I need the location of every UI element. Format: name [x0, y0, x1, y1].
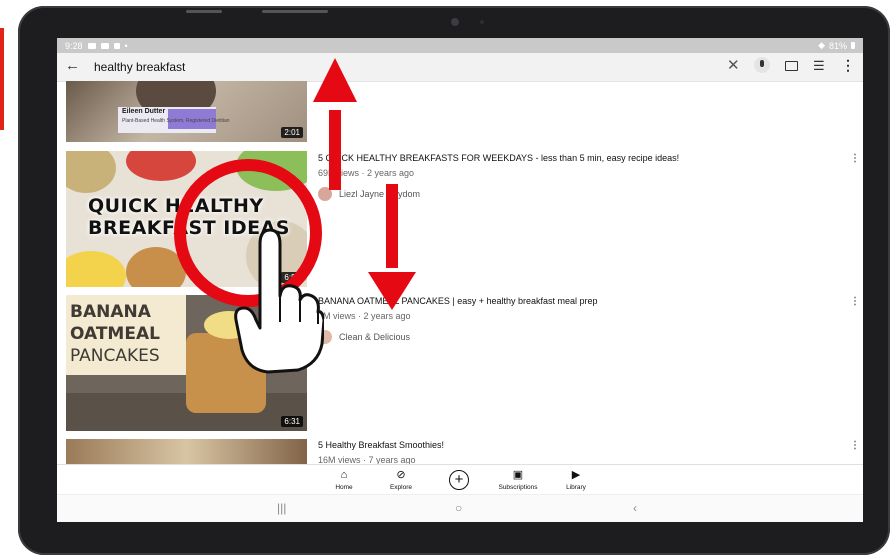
- video-meta[interactable]: 5 QUICK HEALTHY BREAKFASTS FOR WEEKDAYS …: [318, 153, 838, 178]
- video-title[interactable]: 5 Healthy Breakfast Smoothies!: [318, 440, 838, 450]
- filter-icon[interactable]: ☰: [813, 58, 825, 74]
- gallery-icon: [87, 42, 96, 49]
- battery-percent: 81%: [828, 40, 847, 51]
- video-menu-icon[interactable]: ⋮: [850, 440, 860, 451]
- battery-icon: [851, 42, 855, 49]
- pointing-hand-icon: [234, 228, 324, 374]
- video-duration: 6:31: [281, 416, 303, 427]
- video-duration: 2:01: [281, 127, 303, 138]
- create-button[interactable]: +: [449, 470, 469, 490]
- cast-icon[interactable]: [785, 61, 798, 71]
- power-button: [262, 10, 328, 13]
- search-results[interactable]: Eileen Dutter Plant-Based Health System,…: [57, 81, 863, 464]
- video-stats: 3M views · 2 years ago: [318, 311, 411, 321]
- device-screen: 9:28 • ◆ 81% ← healthy breakfast ✕ ☰ ⋮ E…: [57, 38, 863, 522]
- clear-icon[interactable]: ✕: [727, 56, 740, 74]
- video-thumbnail[interactable]: [66, 439, 307, 464]
- video-thumbnail[interactable]: Eileen Dutter Plant-Based Health System,…: [66, 81, 307, 142]
- video-title[interactable]: 5 QUICK HEALTHY BREAKFASTS FOR WEEKDAYS …: [318, 153, 838, 163]
- system-navigation-bar: ||| ○ ‹: [57, 494, 863, 522]
- channel-name[interactable]: Clean & Delicious: [339, 332, 410, 342]
- nav-explore[interactable]: ⊘ Explore: [371, 469, 431, 491]
- channel-avatar[interactable]: [318, 187, 332, 201]
- library-icon: ▶: [571, 469, 581, 481]
- channel-name[interactable]: Liezl Jayne Strydom: [339, 189, 420, 199]
- mic-icon[interactable]: [754, 57, 770, 73]
- search-input[interactable]: healthy breakfast: [94, 60, 185, 74]
- video-meta[interactable]: 5 Healthy Breakfast Smoothies! 16M views…: [318, 440, 838, 464]
- video-stats: 69K views · 2 years ago: [318, 168, 415, 178]
- front-camera: [451, 18, 459, 26]
- nav-subscriptions[interactable]: ▣ Subscriptions: [488, 469, 548, 491]
- video-title[interactable]: BANANA OATMEAL PANCAKES | easy + healthy…: [318, 296, 838, 306]
- home-icon: ⌂: [340, 469, 348, 481]
- channel-row[interactable]: Liezl Jayne Strydom: [318, 187, 420, 201]
- video-menu-icon[interactable]: ⋮: [850, 153, 860, 164]
- volume-button: [186, 10, 222, 13]
- video-meta[interactable]: BANANA OATMEAL PANCAKES | easy + healthy…: [318, 296, 838, 321]
- bottom-navigation: ⌂ Home ⊘ Explore + ▣ Subscriptions ▶ Lib…: [57, 464, 863, 495]
- nav-library-label: Library: [566, 484, 586, 491]
- nav-explore-label: Explore: [389, 484, 413, 491]
- thumbnail-presenter-title: Plant-Based Health System, Registered Di…: [122, 118, 230, 124]
- compass-icon: ⊘: [396, 469, 406, 481]
- recent-apps-icon[interactable]: |||: [277, 501, 286, 515]
- thumbnail-presenter-name: Eileen Dutter: [122, 108, 166, 115]
- nav-home[interactable]: ⌂ Home: [314, 469, 374, 491]
- status-bar: 9:28 • ◆ 81%: [57, 38, 863, 53]
- video-stats: 16M views · 7 years ago: [318, 455, 416, 464]
- back-arrow-icon[interactable]: ←: [65, 57, 80, 74]
- nav-home-label: Home: [335, 484, 353, 491]
- settings-icon: [113, 42, 120, 49]
- red-side-marker: [0, 28, 4, 130]
- dot-icon: •: [124, 40, 128, 51]
- thumbnail-overlay-text: BANANA OATMEAL PANCAKES: [70, 302, 160, 366]
- nav-subscriptions-label: Subscriptions: [498, 484, 538, 491]
- wifi-icon: ◆: [818, 40, 825, 50]
- back-button-icon[interactable]: ‹: [633, 501, 637, 515]
- channel-row[interactable]: Clean & Delicious: [318, 330, 410, 344]
- home-button-icon[interactable]: ○: [455, 501, 462, 515]
- light-sensor: [480, 20, 484, 24]
- cloud-icon: [100, 42, 109, 49]
- search-bar: ← healthy breakfast ✕ ☰ ⋮: [57, 53, 863, 82]
- status-time: 9:28: [65, 40, 83, 51]
- nav-library[interactable]: ▶ Library: [546, 469, 606, 491]
- video-menu-icon[interactable]: ⋮: [850, 296, 860, 307]
- subscriptions-icon: ▣: [512, 469, 524, 481]
- more-options-icon[interactable]: ⋮: [841, 57, 855, 74]
